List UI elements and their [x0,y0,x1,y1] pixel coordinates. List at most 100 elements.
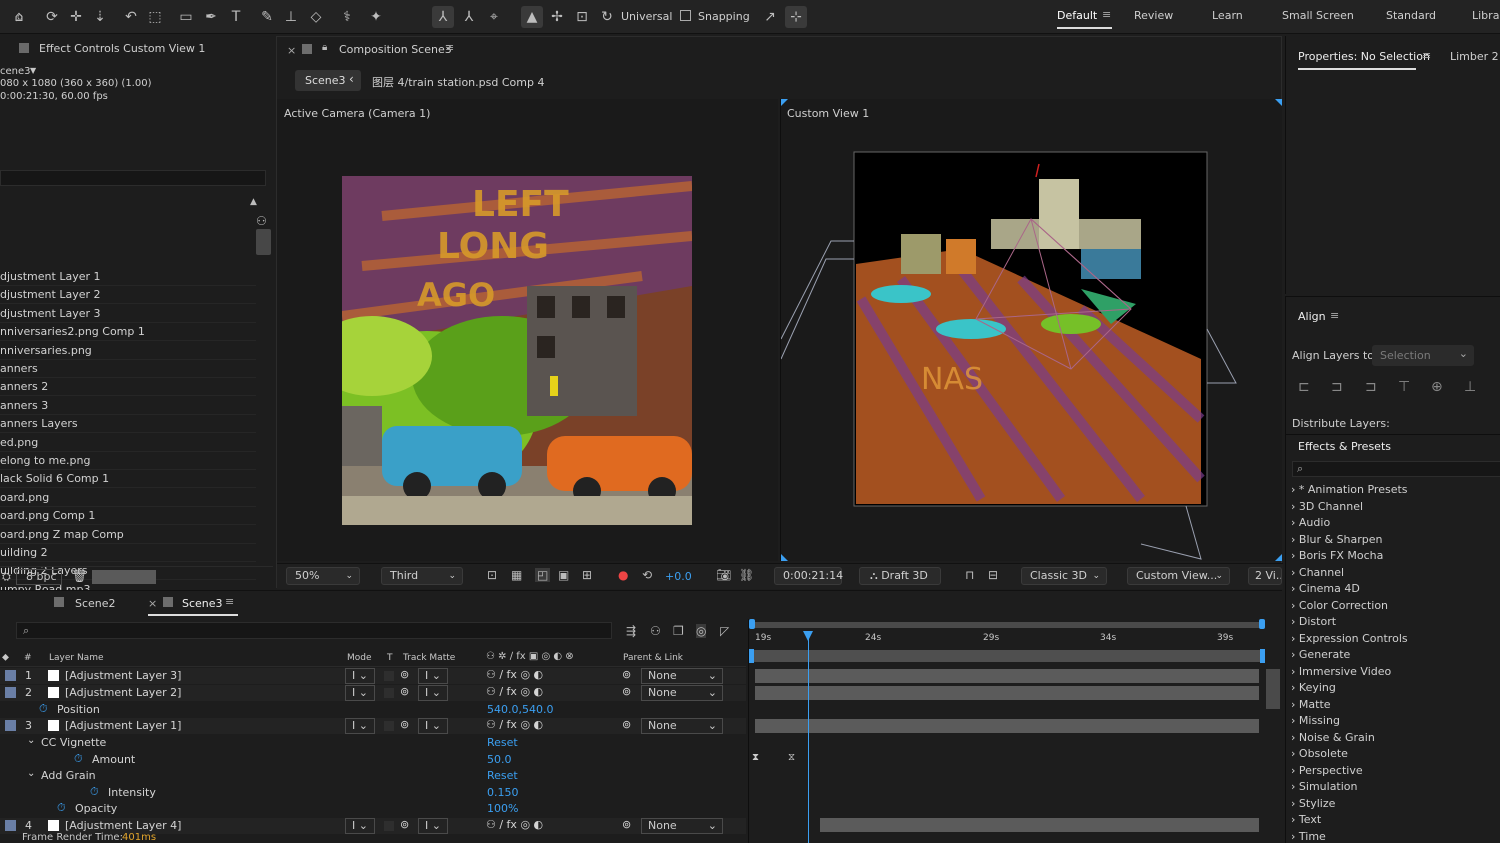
current-timecode[interactable]: 0:00:21:14 [774,567,843,585]
comp-flowchart-icon[interactable]: ⇶ [626,624,636,638]
effects-category[interactable]: › Audio [1291,516,1330,529]
project-item[interactable]: djustment Layer 2 [0,286,256,305]
project-item[interactable]: oard.png Z map Comp [0,526,256,544]
comp-menu-icon[interactable]: ≡ [445,41,454,54]
project-item[interactable]: anners 2 [0,378,256,397]
workspace-standard[interactable]: Standard [1386,9,1436,22]
time-graph[interactable]: 19s 24s 29s 34s 39s ⧗ ⧖ [748,619,1282,843]
axis-world-icon[interactable]: ⅄ [458,6,480,28]
eraser-tool-icon[interactable]: ◇ [305,6,327,28]
effects-category[interactable]: › Boris FX Mocha [1291,549,1383,562]
clone-stamp-icon[interactable]: ⊥ [280,6,302,28]
track-matte-dropdown[interactable]: I ⌄ [418,685,448,701]
timeline-scrollbar[interactable] [1266,669,1280,709]
tab-scene3[interactable]: Scene3 [182,597,223,610]
anchor-point-tool-icon[interactable]: ⬚ [144,6,166,28]
layer-name[interactable]: [Adjustment Layer 4] [65,819,181,832]
fast-previews-icon[interactable]: ⊟ [988,568,998,582]
current-time-indicator[interactable] [808,631,809,843]
project-item[interactable]: nniversaries2.png Comp 1 [0,323,256,342]
exposure-value[interactable]: +0.0 [665,570,692,583]
zoom-dropdown[interactable]: 50% ⌄ [286,567,360,585]
work-area-end[interactable] [1259,619,1265,629]
effects-category[interactable]: › Expression Controls [1291,632,1408,645]
transparency-grid-icon[interactable]: ▦ [511,568,522,582]
prop-intensity[interactable]: ⏱ Intensity 0.150 [0,785,746,801]
layer-row[interactable]: 2 [Adjustment Layer 2] I ⌄ ⊚ I ⌄ ⚇ ∕ fx ◎ ◐ ⊚ N… [0,685,746,701]
blend-mode-dropdown[interactable]: I ⌄ [345,818,375,834]
layer-name[interactable]: [Adjustment Layer 2] [65,686,181,699]
effects-category[interactable]: › Matte [1291,698,1331,711]
lock-icon[interactable]: 🔒︎ [322,42,327,53]
layer-label-color[interactable] [5,670,16,681]
effects-category[interactable]: › Text [1291,813,1321,826]
preserve-transparency-box[interactable] [384,821,394,831]
layer-name[interactable]: [Adjustment Layer 3] [65,669,181,682]
snapshot-camera-icon[interactable]: 📷︎ [716,568,731,582]
effect-cc-vignette[interactable]: ⌄ CC Vignette Reset [0,735,746,751]
breadcrumb-path[interactable]: 图层 4/train station.psd Comp 4 [372,74,544,90]
parent-dropdown[interactable]: None ⌄ [641,718,723,734]
layer-row[interactable]: 1 [Adjustment Layer 3] I ⌄ ⊚ I ⌄ ⚇ ∕ fx ◎ ◐ ⊚ N… [0,668,746,684]
layer-switches[interactable]: ⚇ ∕ fx ◎ ◐ [486,685,543,698]
properties-menu-icon[interactable]: ≡ [1422,49,1431,62]
puppet-pin-icon[interactable]: ✦ [365,6,387,28]
color-channels-icon[interactable]: ● [618,568,628,582]
type-tool-icon[interactable]: T [225,6,247,28]
grid-options-icon[interactable]: ⊞ [582,568,592,582]
time-navigator[interactable] [752,650,1260,662]
project-item[interactable]: uilding 2 [0,544,256,562]
work-area-start[interactable] [749,619,755,629]
reset-exposure-icon[interactable]: ⟲ [642,568,652,582]
effects-category[interactable]: › Color Correction [1291,599,1388,612]
align-bottom-icon[interactable]: ⊥ [1464,379,1476,395]
guides-icon[interactable]: ▣ [558,568,569,582]
project-item[interactable]: lack Solid 6 Comp 1 [0,470,256,489]
effects-category[interactable]: › Stylize [1291,797,1335,810]
project-item[interactable]: ed.png [0,434,256,452]
active-camera-view[interactable]: Active Camera (Camera 1) LEFT LONG AGO [277,99,778,561]
workspace-learn[interactable]: Learn [1212,9,1243,22]
show-snapshot-icon[interactable]: ⛓ [739,568,754,582]
prop-opacity[interactable]: ⏱ Opacity 100% [0,801,746,817]
region-of-interest-icon[interactable]: ⊡ [487,568,497,582]
effects-category[interactable]: › Distort [1291,615,1336,628]
sort-ascending-icon[interactable]: ▲ [250,197,257,207]
project-search-input[interactable] [0,170,266,186]
layer-switches[interactable]: ⚇ ∕ fx ◎ ◐ [486,818,543,831]
project-item[interactable]: anners [0,360,256,378]
effect-add-grain[interactable]: ⌄ Add Grain Reset [0,768,746,784]
stopwatch-icon[interactable]: ⏱ [57,801,66,815]
rotate-orbit-icon[interactable]: ⟳ [41,6,63,28]
effects-category[interactable]: › Perspective [1291,764,1363,777]
project-item[interactable]: djustment Layer 1 [0,268,256,286]
effects-category[interactable]: › 3D Channel [1291,500,1363,513]
align-target-dropdown[interactable]: Selection ⌄ [1372,345,1474,366]
tab-scene2[interactable]: Scene2 [75,597,116,610]
snapping-checkbox[interactable] [680,10,691,21]
stopwatch-icon[interactable]: ⏱ [39,702,48,716]
pan-move-icon[interactable]: ✛ [65,6,87,28]
effects-category[interactable]: › Time [1291,830,1326,843]
layer-label-color[interactable] [5,720,16,731]
effects-category[interactable]: › Generate [1291,648,1350,661]
preserve-transparency-box[interactable] [384,721,394,731]
project-item[interactable]: anners 3 [0,397,256,415]
view-dropdown[interactable]: Custom View... ⌄ [1127,567,1230,585]
view-layout-dropdown[interactable]: 2 Vi... [1248,567,1282,585]
align-right-icon[interactable]: ⊐ [1365,379,1377,395]
keyframe-amount-1[interactable]: ⧗ [752,752,759,763]
rotation-tool-icon[interactable]: ↶ [120,6,142,28]
pick-whip-icon[interactable]: ⊚ [622,685,631,698]
prop-amount[interactable]: ⏱ Amount 50.0 [0,752,746,768]
workspace-review[interactable]: Review [1134,9,1173,22]
mask-path-icon[interactable]: ◰ [535,568,551,582]
align-vcenter-icon[interactable]: ⊕ [1431,379,1443,395]
selection-tool-icon[interactable]: ▲ [521,6,543,28]
effects-category[interactable]: › Cinema 4D [1291,582,1360,595]
preserve-transparency-box[interactable] [384,671,394,681]
effects-category[interactable]: › Immersive Video [1291,665,1391,678]
stopwatch-icon[interactable]: ⏱ [90,785,99,799]
workspace-default[interactable]: Default [1057,9,1097,22]
navigator-end[interactable] [1260,649,1265,663]
